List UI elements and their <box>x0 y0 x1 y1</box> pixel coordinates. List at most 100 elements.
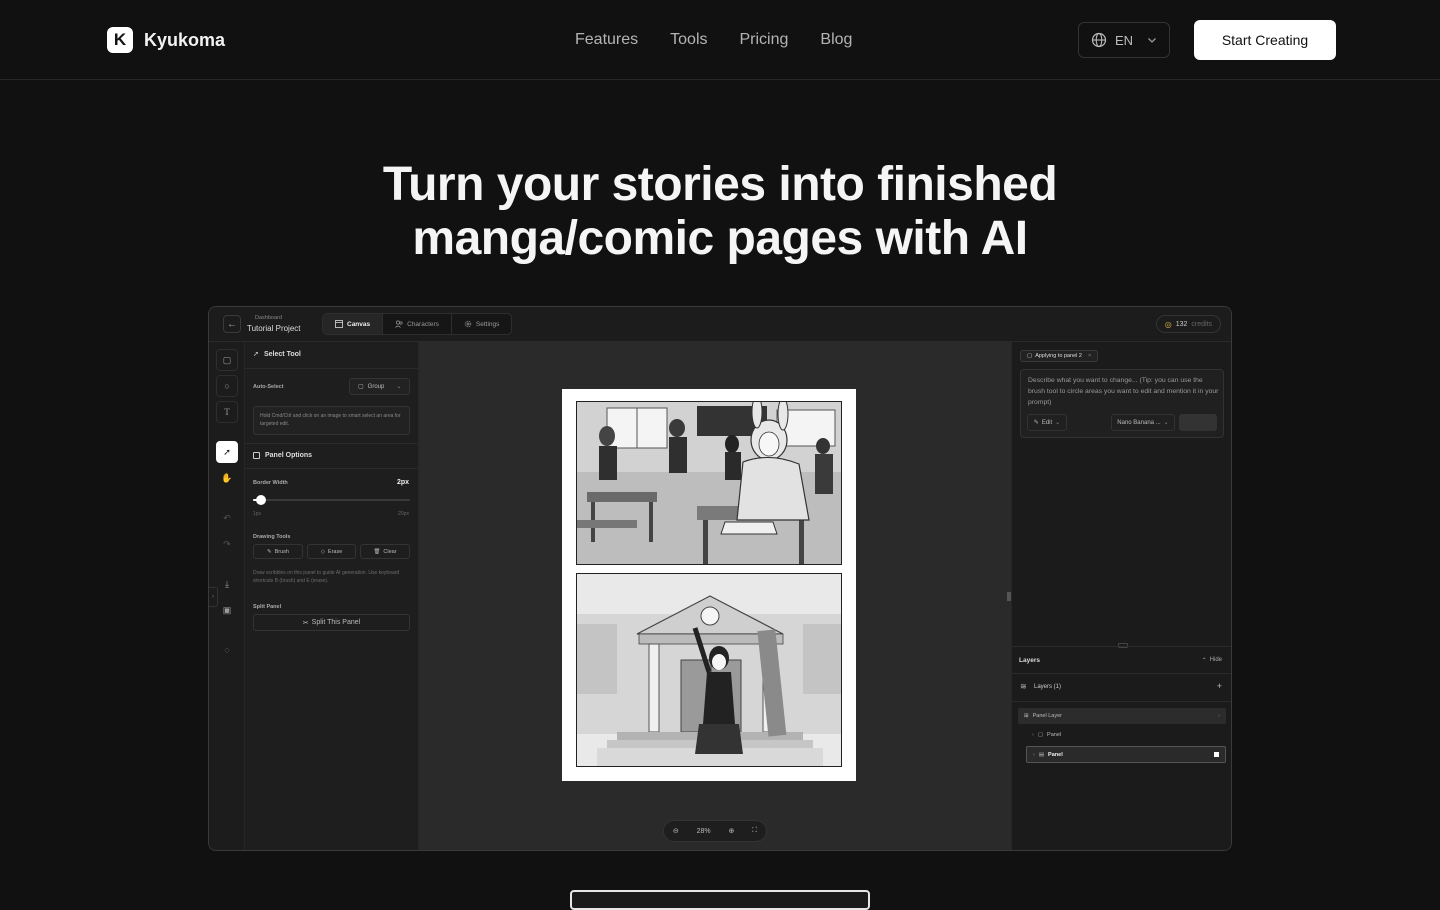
target-panel-chip[interactable]: ▢ Applying to panel 2 × <box>1020 350 1099 362</box>
chevron-right-icon: › <box>1218 713 1220 719</box>
slider-thumb[interactable] <box>255 495 266 505</box>
comic-panel-1[interactable] <box>576 401 842 565</box>
ai-edit-panel: ▢ Applying to panel 2 × Describe what yo… <box>1011 342 1231 850</box>
canvas-icon <box>335 320 343 328</box>
pan-tool[interactable]: ✋ <box>216 467 238 489</box>
tool-sidebar: ▢ ○ T ➚ ✋ ↶ ↷ ⤓ ▣ ◌ › <box>209 342 245 850</box>
nav-link-blog[interactable]: Blog <box>820 30 852 50</box>
rectangle-tool[interactable]: ▢ <box>216 349 238 371</box>
erase-button[interactable]: ◇ Erase <box>307 544 356 559</box>
auto-select-label: Auto-Select <box>253 384 284 390</box>
nav-link-pricing[interactable]: Pricing <box>740 30 789 50</box>
undo-icon: ↶ <box>223 512 231 523</box>
zoom-out-icon[interactable]: ⊖ <box>673 827 679 835</box>
panel-title: Select Tool <box>264 351 301 358</box>
layers-count-label: Layers (1) <box>1034 684 1062 690</box>
next-section-preview <box>570 890 870 910</box>
select-tool[interactable]: ➚ <box>216 441 238 463</box>
comic-panel-2[interactable] <box>576 573 842 767</box>
layers-group-row[interactable]: ≋ Layers (1) + <box>1012 674 1231 702</box>
tab-settings[interactable]: Settings <box>452 314 512 334</box>
hero-line-1: Turn your stories into finished <box>382 158 1058 211</box>
panel-item-row-selected[interactable]: › ▤ Panel <box>1026 746 1226 763</box>
clear-label: Clear <box>383 548 397 555</box>
school-illustration <box>577 574 841 766</box>
start-creating-button[interactable]: Start Creating <box>1194 20 1336 60</box>
chevron-right-icon: › <box>212 594 214 600</box>
chevron-down-icon: ⌄ <box>1163 420 1169 426</box>
download-icon: ⤓ <box>225 578 229 589</box>
expand-sidebar-handle[interactable]: › <box>209 587 218 607</box>
close-icon[interactable]: × <box>1088 353 1091 359</box>
tab-label: Canvas <box>347 320 371 328</box>
generate-button[interactable] <box>1179 414 1217 431</box>
save-icon: ▣ <box>222 604 232 615</box>
border-width-slider[interactable] <box>253 495 410 505</box>
credits-label: credits <box>1191 320 1212 328</box>
language-selector[interactable]: EN <box>1078 22 1170 58</box>
panel-layer-row[interactable]: ⊞ Panel Layer › <box>1018 708 1226 724</box>
hand-icon: ✋ <box>221 472 233 483</box>
slider-max-label: 20px <box>398 511 409 517</box>
layers-header: Layers ⌃ Hide <box>1012 646 1231 674</box>
tab-canvas[interactable]: Canvas <box>323 314 384 334</box>
eraser-icon: ◇ <box>320 548 325 555</box>
drawing-hint: Draw scribbles on this panel to guide AI… <box>253 570 400 584</box>
drawing-tools-label: Drawing Tools <box>253 534 291 540</box>
brand-logo: K <box>107 27 133 53</box>
ellipse-tool[interactable]: ○ <box>216 375 238 397</box>
hide-label: Hide <box>1209 657 1222 663</box>
app-toolbar: ← Dashboard Tutorial Project Canvas Char… <box>209 307 1231 342</box>
panel-options-title: Panel Options <box>265 452 313 459</box>
trash-icon: 🗑 <box>373 548 381 555</box>
text-tool[interactable]: T <box>216 401 238 423</box>
smart-select-hint: Hold Cmd/Ctrl and click on an image to s… <box>253 406 410 435</box>
nav-link-tools[interactable]: Tools <box>670 30 707 50</box>
canvas-area[interactable]: ⊖ 28% ⊕ ⛶ <box>419 342 1011 850</box>
brand-name: Kyukoma <box>144 29 226 50</box>
checkbox-icon <box>253 452 260 459</box>
clear-button[interactable]: 🗑 Clear <box>360 544 410 559</box>
globe-icon <box>1091 32 1107 48</box>
auto-select-dropdown[interactable]: ▢ Group ⌄ <box>349 378 410 395</box>
split-panel-button[interactable]: ✂ Split This Panel <box>253 614 410 631</box>
download-button[interactable]: ⤓ <box>216 573 238 595</box>
mode-dropdown[interactable]: ✎ Edit ⌄ <box>1027 414 1067 431</box>
slider-min-label: 1px <box>253 511 262 517</box>
text-icon: T <box>224 407 230 417</box>
breadcrumb-parent[interactable]: Dashboard <box>255 315 282 321</box>
model-label: Nano Banana ... <box>1117 419 1161 426</box>
hide-layers-button[interactable]: ⌃ Hide <box>1202 657 1222 664</box>
tool-options-panel: ➚ Select Tool Auto-Select ▢ Group ⌄ Hold… <box>245 342 419 850</box>
tab-characters[interactable]: Characters <box>383 314 452 334</box>
scissors-icon: ✂ <box>302 619 309 627</box>
prompt-input[interactable]: Describe what you want to change... (Tip… <box>1028 375 1220 408</box>
erase-label: Erase <box>327 548 343 555</box>
chevron-down-icon: ⌄ <box>396 384 402 390</box>
circle-icon: ○ <box>224 381 230 391</box>
credits-badge[interactable]: ◎ 132 credits <box>1155 315 1221 333</box>
zoom-in-icon[interactable]: ⊕ <box>728 827 734 835</box>
credits-value: 132 <box>1175 320 1188 328</box>
panel-item-row[interactable]: › ▢ Panel <box>1018 727 1226 743</box>
coins-icon: ◎ <box>1164 319 1172 329</box>
redo-icon: ↷ <box>223 538 231 549</box>
group-icon: ▢ <box>358 384 364 390</box>
back-button[interactable]: ← <box>223 315 241 333</box>
fullscreen-icon[interactable]: ⛶ <box>752 827 757 835</box>
chevron-right-icon: › <box>1033 751 1035 758</box>
undo-button[interactable]: ↶ <box>216 507 238 529</box>
brush-label: Brush <box>274 548 289 555</box>
border-width-label: Border Width <box>253 480 288 486</box>
nav-link-features[interactable]: Features <box>575 30 638 50</box>
model-dropdown[interactable]: Nano Banana ... ⌄ <box>1111 414 1175 431</box>
tab-label: Settings <box>475 320 500 328</box>
add-layer-icon[interactable]: + <box>1217 681 1222 691</box>
help-button[interactable]: ◌ <box>216 639 238 661</box>
brush-button[interactable]: ✎ Brush <box>253 544 303 559</box>
brand[interactable]: K Kyukoma <box>107 27 225 53</box>
hero-line-2: manga/comic pages with AI <box>412 212 1028 265</box>
redo-button[interactable]: ↷ <box>216 533 238 555</box>
save-button[interactable]: ▣ <box>216 599 238 621</box>
comic-page[interactable] <box>562 389 856 781</box>
